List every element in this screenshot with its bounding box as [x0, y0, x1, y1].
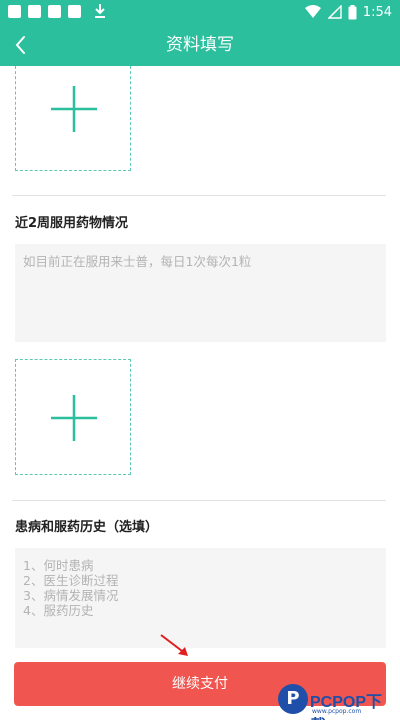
status-icons: 1:54 [304, 3, 392, 21]
page-title: 资料填写 [166, 35, 234, 55]
history-textarea[interactable]: 1、何时患病 2、医生诊断过程 3、病情发展情况 4、服药历史 [15, 548, 386, 648]
pointer-arrow-icon [160, 634, 188, 656]
history-placeholder-line: 1、何时患病 [23, 558, 94, 573]
history-placeholder-line: 3、病情发展情况 [23, 588, 119, 603]
watermark-url: www.pcpop.com [312, 708, 362, 715]
clock: 1:54 [362, 4, 392, 20]
back-arrow-icon[interactable] [8, 31, 36, 59]
download-icon [95, 4, 105, 18]
notification-icon [68, 5, 81, 18]
image-upload-box-2[interactable] [15, 359, 131, 475]
watermark-brand: PCPOP下载 [310, 694, 383, 720]
notification-icon [48, 5, 61, 18]
history-placeholder-line: 4、服药历史 [23, 603, 94, 618]
divider [12, 500, 386, 501]
notification-icon [8, 5, 21, 18]
wifi-icon [304, 5, 321, 18]
medication-placeholder: 如目前正在服用来士普，每日1次每次1粒 [23, 254, 252, 269]
medication-label: 近2周服用药物情况 [15, 216, 129, 231]
app-bar: 资料填写 [0, 24, 400, 66]
status-bar: 1:54 [0, 0, 400, 24]
watermark-logo: P PCPOP下载 www.pcpop.com [278, 684, 398, 720]
divider [12, 195, 386, 196]
battery-icon [348, 4, 357, 19]
notification-icon [28, 5, 41, 18]
signal-icon [327, 5, 342, 19]
watermark-logo-icon: P [278, 684, 308, 714]
add-image-plus-icon [51, 86, 97, 132]
image-upload-box-1[interactable] [15, 66, 131, 171]
history-label: 患病和服药历史（选填） [15, 520, 159, 535]
medication-textarea[interactable]: 如目前正在服用来士普，每日1次每次1粒 [15, 244, 386, 342]
add-image-plus-icon [51, 395, 97, 441]
history-placeholder-line: 2、医生诊断过程 [23, 573, 119, 588]
